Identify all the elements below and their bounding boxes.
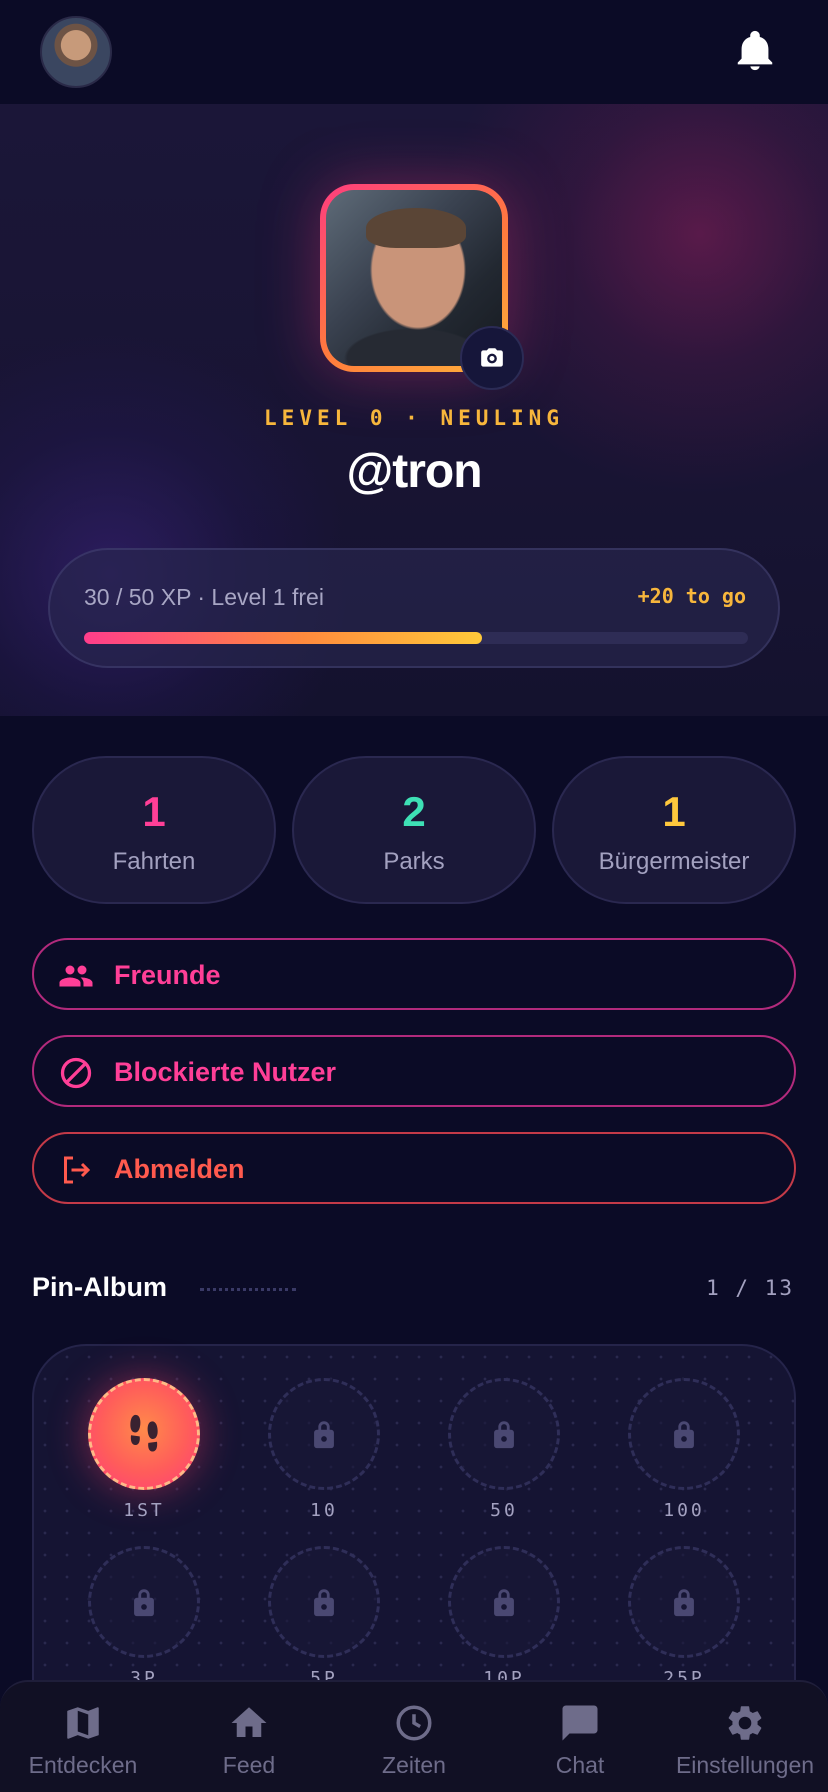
lock-icon xyxy=(674,1589,694,1617)
album-count: 1 / 13 xyxy=(706,1276,794,1300)
pin-1st[interactable] xyxy=(88,1378,200,1490)
stat-value: 1 xyxy=(142,788,166,835)
bottom-nav: Entdecken Feed Zeiten Chat Einstellungen xyxy=(0,1680,828,1792)
stat-label: Fahrten xyxy=(112,848,196,875)
xp-card: 30 / 50 XP · Level 1 frei +20 to go xyxy=(48,548,780,668)
level-label: LEVEL 0 · NEULING xyxy=(264,406,564,430)
nav-label: Chat xyxy=(555,1752,605,1778)
stat-value: 1 xyxy=(662,788,686,835)
lock-icon xyxy=(134,1589,154,1617)
stat-rides: 1 Fahrten xyxy=(32,756,276,904)
footprints-icon xyxy=(130,1414,158,1452)
clock-icon xyxy=(396,1705,432,1741)
change-photo-button[interactable] xyxy=(460,326,524,390)
pin-25p[interactable] xyxy=(628,1546,740,1658)
pin-label: 50 xyxy=(490,1500,518,1521)
nav-zeiten[interactable]: Zeiten xyxy=(331,1682,497,1792)
group-icon xyxy=(59,965,93,987)
lock-icon xyxy=(494,1589,514,1617)
pin-label: 10 xyxy=(310,1500,338,1521)
album-title: Pin-Album xyxy=(32,1272,167,1302)
friends-button[interactable]: Freunde xyxy=(32,938,796,1010)
xp-progress-fill xyxy=(84,632,483,644)
logout-icon xyxy=(64,1156,91,1184)
nav-entdecken[interactable]: Entdecken xyxy=(0,1682,166,1792)
top-bar xyxy=(0,0,828,104)
block-icon xyxy=(60,1057,92,1089)
stat-value: 2 xyxy=(402,788,426,835)
map-icon xyxy=(67,1707,99,1739)
logout-label: Abmelden xyxy=(114,1154,245,1184)
pin-label: 1ST xyxy=(123,1500,165,1521)
pin-50[interactable] xyxy=(448,1378,560,1490)
camera-icon xyxy=(481,348,503,367)
lock-icon xyxy=(314,1421,334,1449)
pin-10p[interactable] xyxy=(448,1546,560,1658)
xp-to-go: +20 to go xyxy=(637,584,746,608)
blocked-users-label: Blockierte Nutzer xyxy=(114,1057,337,1087)
nav-einstellungen[interactable]: Einstellungen xyxy=(662,1682,828,1792)
friends-label: Freunde xyxy=(114,960,221,990)
bell-icon[interactable] xyxy=(732,28,778,74)
album-divider xyxy=(200,1288,296,1291)
profile-hero: LEVEL 0 · NEULING @tron 30 / 50 XP · Lev… xyxy=(0,104,828,716)
nav-label: Entdecken xyxy=(28,1752,138,1778)
xp-text: 30 / 50 XP · Level 1 frei xyxy=(84,584,324,610)
pin-100[interactable] xyxy=(628,1378,740,1490)
pin-label: 100 xyxy=(663,1500,705,1521)
nav-label: Einstellungen xyxy=(675,1752,815,1778)
nav-label: Feed xyxy=(222,1752,276,1778)
stat-mayor: 1 Bürgermeister xyxy=(552,756,796,904)
nav-feed[interactable]: Feed xyxy=(166,1682,332,1792)
pin-3p[interactable] xyxy=(88,1546,200,1658)
lock-icon xyxy=(674,1421,694,1449)
xp-progress-bar xyxy=(84,632,748,644)
stat-label: Parks xyxy=(383,848,445,875)
chat-icon xyxy=(562,1705,598,1741)
stat-label: Bürgermeister xyxy=(598,848,750,875)
nav-chat[interactable]: Chat xyxy=(497,1682,663,1792)
nav-label: Zeiten xyxy=(382,1752,446,1778)
username: @tron xyxy=(346,445,482,498)
pin-10[interactable] xyxy=(268,1378,380,1490)
gear-icon xyxy=(728,1706,762,1740)
pin-5p[interactable] xyxy=(268,1546,380,1658)
lock-icon xyxy=(494,1421,514,1449)
stat-parks: 2 Parks xyxy=(292,756,536,904)
avatar[interactable] xyxy=(40,16,112,88)
lock-icon xyxy=(314,1589,334,1617)
home-icon xyxy=(231,1707,267,1737)
blocked-users-button[interactable]: Blockierte Nutzer xyxy=(32,1035,796,1107)
logout-button[interactable]: Abmelden xyxy=(32,1132,796,1204)
